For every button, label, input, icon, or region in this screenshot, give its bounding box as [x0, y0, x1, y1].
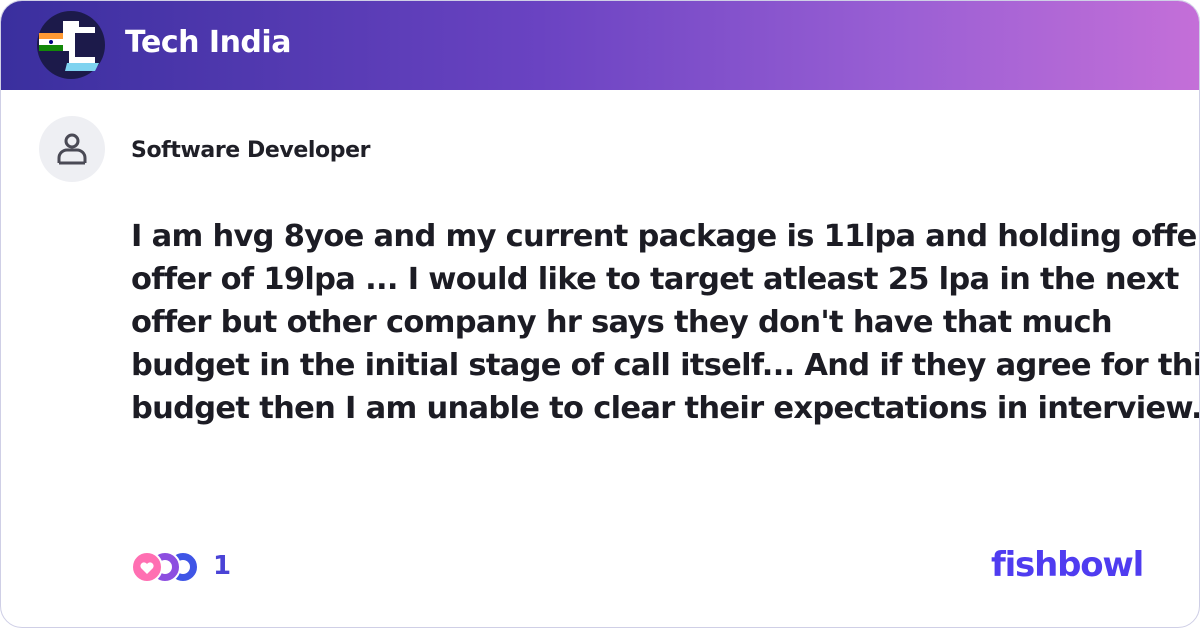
bowl-header[interactable]: Tech India [1, 1, 1199, 90]
post-card[interactable]: Tech India Software Developer I am hvg 8… [0, 0, 1200, 628]
heart-reaction-icon [131, 551, 163, 583]
reaction-icons [131, 549, 199, 583]
reactions[interactable]: 1 [131, 549, 231, 583]
post-text-line: I am hvg 8yoe and my current package is … [131, 219, 1200, 254]
post-text-line: offer of 19lpa ... I would like to targe… [131, 262, 1179, 297]
post-text-line: budget then I am unable to clear their e… [131, 391, 1200, 426]
user-avatar [39, 116, 105, 182]
post-text[interactable]: I am hvg 8yoe and my current package is … [131, 215, 1200, 430]
bowl-title[interactable]: Tech India [125, 23, 291, 63]
post-text-line: offer but other company hr says they don… [131, 305, 1113, 340]
reaction-count: 1 [213, 551, 232, 581]
fishbowl-logo: fishbowl [991, 545, 1144, 585]
post-text-line: budget in the initial stage of call itse… [131, 348, 1200, 383]
author-title: Software Developer [131, 138, 371, 163]
user-icon [57, 133, 87, 165]
tech-india-logo-icon[interactable] [37, 11, 105, 79]
